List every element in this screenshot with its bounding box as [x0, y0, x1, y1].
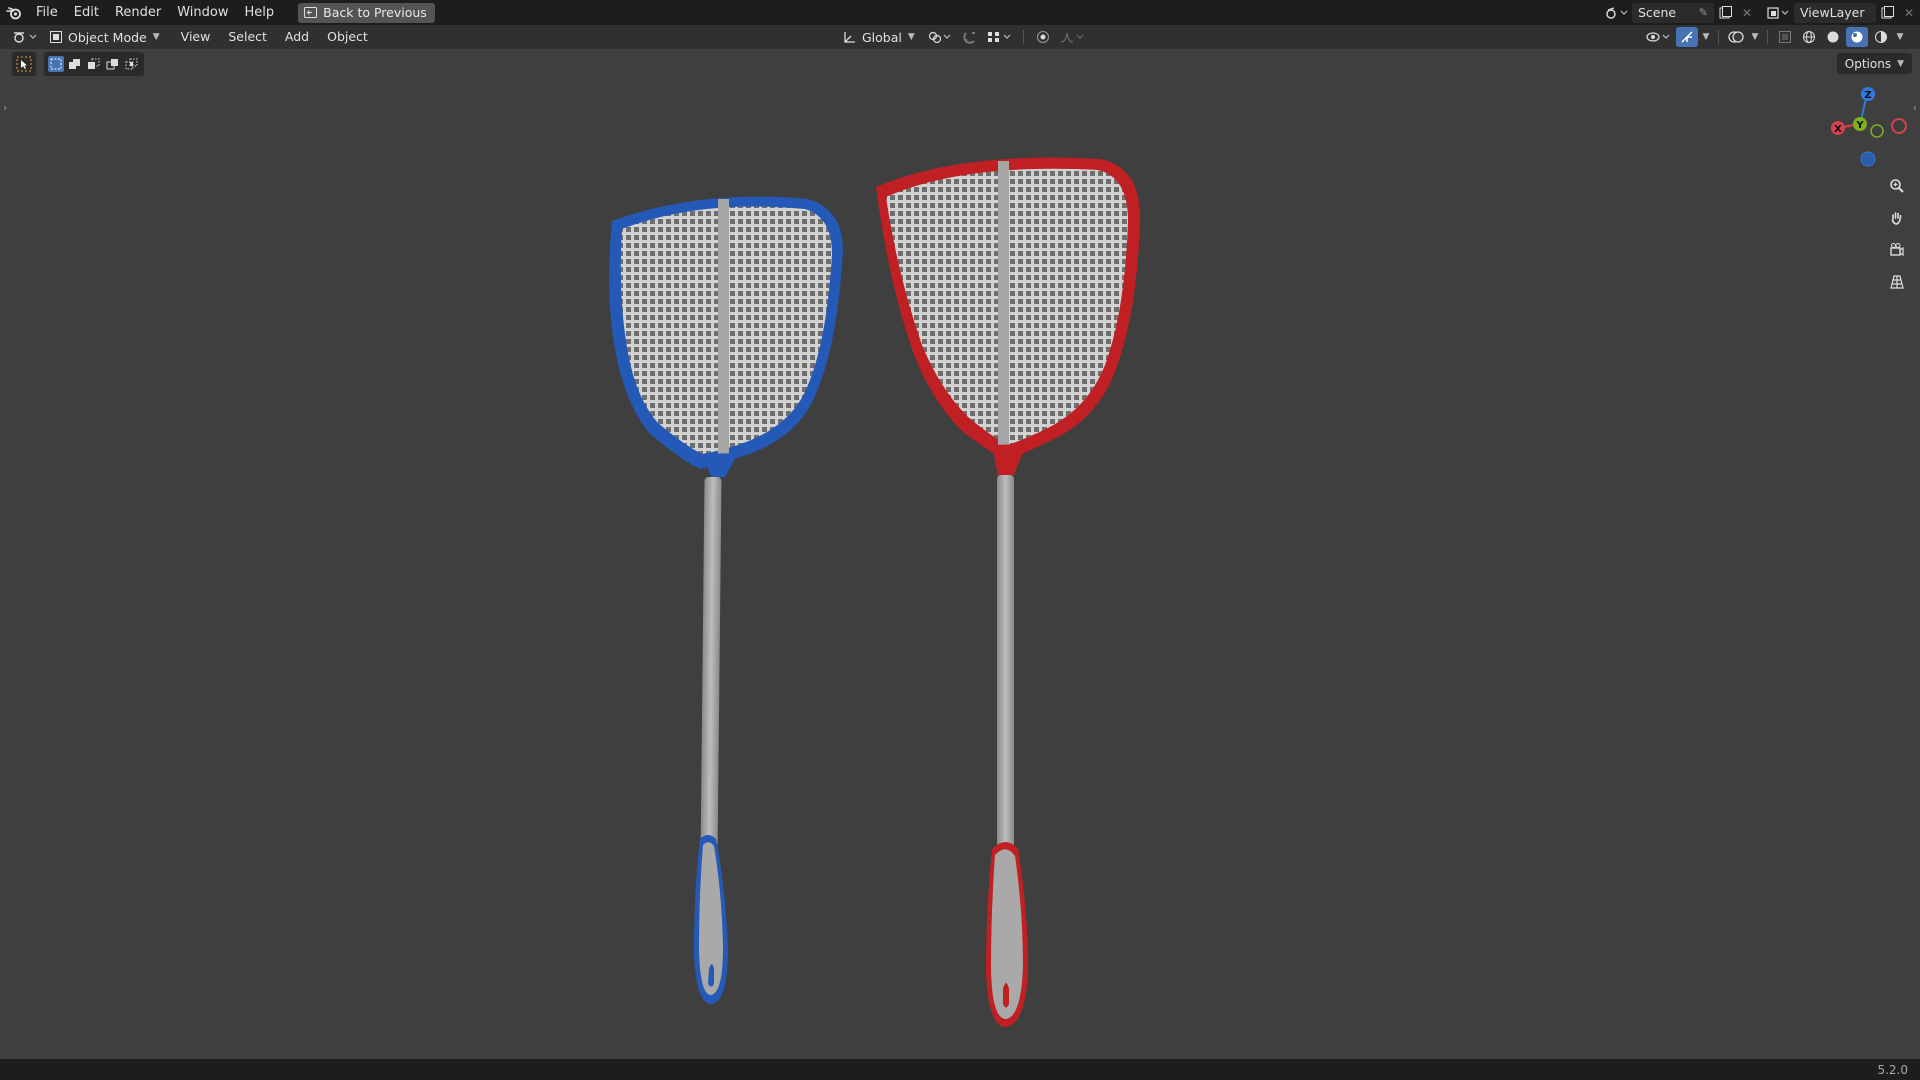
falloff-curve-icon[interactable] [1058, 27, 1088, 47]
menu-window[interactable]: Window [169, 0, 236, 25]
perspective-toggle-icon[interactable] [1884, 269, 1910, 295]
selection-mode-intersect[interactable] [124, 56, 140, 72]
gizmo-options-chevron-icon[interactable]: ▼ [1700, 27, 1712, 47]
gizmo-neg-z-axis[interactable] [1860, 151, 1876, 167]
gizmo-neg-x-axis[interactable] [1891, 118, 1907, 134]
top-bar: File Edit Render Window Help Back to Pre… [0, 0, 1920, 25]
scene-field[interactable]: Scene ✎ [1632, 2, 1714, 23]
menu-object[interactable]: Object [318, 25, 377, 49]
editor-type-icon[interactable] [8, 27, 42, 47]
shading-options-chevron-icon[interactable]: ▼ [1894, 27, 1906, 47]
back-to-previous-label: Back to Previous [323, 5, 427, 20]
right-panel-expand-icon[interactable]: ‹ [1913, 101, 1917, 114]
menu-render[interactable]: Render [107, 0, 169, 25]
red-swatter-hang-hole [1003, 983, 1009, 1008]
left-panel-expand-icon[interactable]: › [3, 101, 7, 114]
menu-add[interactable]: Add [276, 25, 318, 49]
snap-target-icon[interactable] [985, 27, 1015, 47]
menu-select[interactable]: Select [219, 25, 276, 49]
new-scene-icon[interactable] [1714, 3, 1736, 23]
separator [1767, 30, 1768, 44]
selection-mode-subtract[interactable] [86, 56, 102, 72]
red-swatter-spine [998, 161, 1009, 447]
blue-swatter-shaft[interactable] [700, 477, 722, 847]
camera-view-icon[interactable] [1884, 237, 1910, 263]
menu-help[interactable]: Help [237, 0, 283, 25]
transform-orientation-label: Global [862, 29, 902, 45]
transform-orientation-dropdown[interactable]: Global ▼ [837, 27, 921, 47]
chevron-down-icon: ▼ [152, 32, 160, 42]
chevron-down-icon: ▼ [907, 32, 915, 42]
new-view-layer-icon[interactable] [1876, 3, 1898, 23]
cursor-arrow-icon [16, 56, 32, 72]
pin-icon[interactable]: ✎ [1699, 6, 1708, 19]
blue-swatter-spine [718, 199, 729, 457]
view-layer-selector-icon[interactable] [1764, 3, 1794, 23]
xray-toggle-icon[interactable] [1774, 27, 1796, 47]
viewport-scene[interactable]: Z X Y [0, 49, 1920, 1059]
separator [1718, 30, 1719, 44]
red-swatter-neck [992, 444, 1026, 475]
delete-view-layer-icon[interactable]: ✕ [1898, 3, 1920, 23]
gizmo-x-label: X [1834, 124, 1842, 135]
solid-shading-icon[interactable] [1822, 27, 1844, 47]
version-label: 5.2.0 [1877, 1062, 1908, 1077]
back-screen-icon [304, 7, 318, 18]
object-mode-label: Object Mode [68, 29, 147, 45]
select-tool-button[interactable] [12, 52, 36, 76]
options-label: Options [1844, 56, 1892, 71]
viewport-navigation-tools [1884, 173, 1910, 295]
selection-mode-invert[interactable] [105, 56, 121, 72]
menu-file[interactable]: File [28, 0, 66, 25]
selectability-visibility-icon[interactable] [1644, 27, 1674, 47]
view-layer-name: ViewLayer [1800, 5, 1865, 20]
tool-settings-row [12, 52, 144, 76]
overlays-toggle-icon[interactable] [1725, 27, 1747, 47]
blue-swatter-neck [703, 453, 738, 477]
snap-toggle-icon[interactable] [959, 27, 981, 47]
menu-view[interactable]: View [172, 25, 220, 49]
viewport-header: Object Mode ▼ View Select Add Object Glo… [0, 25, 1920, 49]
viewport-display-controls: ▼ ▼ ▼ [1644, 25, 1906, 49]
chevron-down-icon: ▼ [1897, 58, 1904, 69]
pivot-point-icon[interactable] [925, 27, 955, 47]
gizmo-neg-y-axis[interactable] [1870, 124, 1884, 138]
3d-viewport[interactable]: Z X Y › ‹ [0, 49, 1920, 1059]
blender-logo-icon[interactable] [0, 0, 28, 25]
red-fly-swatter[interactable] [876, 157, 1140, 1027]
menu-edit[interactable]: Edit [66, 0, 107, 25]
view-layer-field[interactable]: ViewLayer [1794, 2, 1876, 23]
delete-scene-icon[interactable]: ✕ [1736, 3, 1758, 23]
topbar-right: Scene ✎ ✕ ViewLayer ✕ [1602, 0, 1920, 25]
wireframe-shading-icon[interactable] [1798, 27, 1820, 47]
selection-mode-new[interactable] [48, 56, 64, 72]
selection-mode-group [44, 52, 144, 76]
selection-mode-extend[interactable] [67, 56, 83, 72]
blue-fly-swatter[interactable] [609, 196, 843, 1005]
scene-selector-icon[interactable] [1602, 3, 1632, 23]
transform-controls: Global ▼ [835, 25, 1088, 49]
separator [1022, 30, 1024, 44]
material-preview-shading-icon[interactable] [1846, 27, 1868, 47]
object-mode-dropdown[interactable]: Object Mode ▼ [44, 27, 166, 47]
gizmo-z-label: Z [1864, 90, 1871, 101]
proportional-editing-icon[interactable] [1032, 27, 1054, 47]
rendered-shading-icon[interactable] [1870, 27, 1892, 47]
object-mode-icon [50, 31, 62, 43]
status-bar: 5.2.0 [0, 1059, 1920, 1080]
gizmo-y-label: Y [1855, 120, 1864, 131]
red-swatter-shaft[interactable] [997, 475, 1014, 855]
navigation-gizmo[interactable]: Z X Y [1831, 87, 1907, 167]
gizmo-toggle-icon[interactable] [1676, 27, 1698, 47]
zoom-icon[interactable] [1884, 173, 1910, 199]
overlays-options-chevron-icon[interactable]: ▼ [1749, 27, 1761, 47]
back-to-previous-button[interactable]: Back to Previous [298, 2, 435, 23]
scene-name: Scene [1638, 5, 1677, 20]
options-dropdown[interactable]: Options ▼ [1836, 53, 1912, 74]
pan-hand-icon[interactable] [1884, 205, 1910, 231]
orientation-axis-icon [844, 31, 855, 43]
